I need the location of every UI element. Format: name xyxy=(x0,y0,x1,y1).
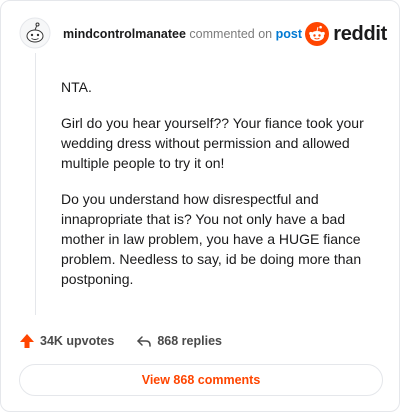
comment-card: mindcontrolmanatee commented on post red… xyxy=(0,0,400,412)
comment-meta: mindcontrolmanatee commented on post xyxy=(63,27,302,41)
upvote-arrow-icon xyxy=(20,334,34,348)
username-link[interactable]: mindcontrolmanatee xyxy=(63,27,186,41)
comment-paragraph: NTA. xyxy=(61,79,92,95)
comment-header: mindcontrolmanatee commented on post red… xyxy=(19,17,387,51)
comment-body: NTA. Girl do you hear yourself?? Your fi… xyxy=(61,77,381,305)
thread-line[interactable] xyxy=(35,53,36,315)
view-comments-button[interactable]: View 868 comments xyxy=(19,364,383,396)
action-text: commented on xyxy=(189,27,273,41)
reply-arrow-icon xyxy=(137,336,152,347)
reddit-logo-icon xyxy=(305,22,330,46)
comment-paragraph: Girl do you hear yourself?? Your fiance … xyxy=(61,115,364,171)
comment-paragraph: Do you understand how disrespectful and … xyxy=(61,191,362,287)
reply-button[interactable]: 868 replies xyxy=(136,333,222,349)
comment-actions: 34K upvotes 868 replies xyxy=(19,331,244,351)
brand-wordmark: reddit xyxy=(333,22,387,45)
upvote-count: 34K upvotes xyxy=(40,334,115,348)
post-link[interactable]: post xyxy=(276,27,302,41)
upvote-button[interactable]: 34K upvotes xyxy=(19,333,114,349)
reply-count: 868 replies xyxy=(157,334,222,348)
snoo-avatar-icon[interactable] xyxy=(19,17,51,49)
reddit-brand[interactable]: reddit xyxy=(305,21,387,47)
